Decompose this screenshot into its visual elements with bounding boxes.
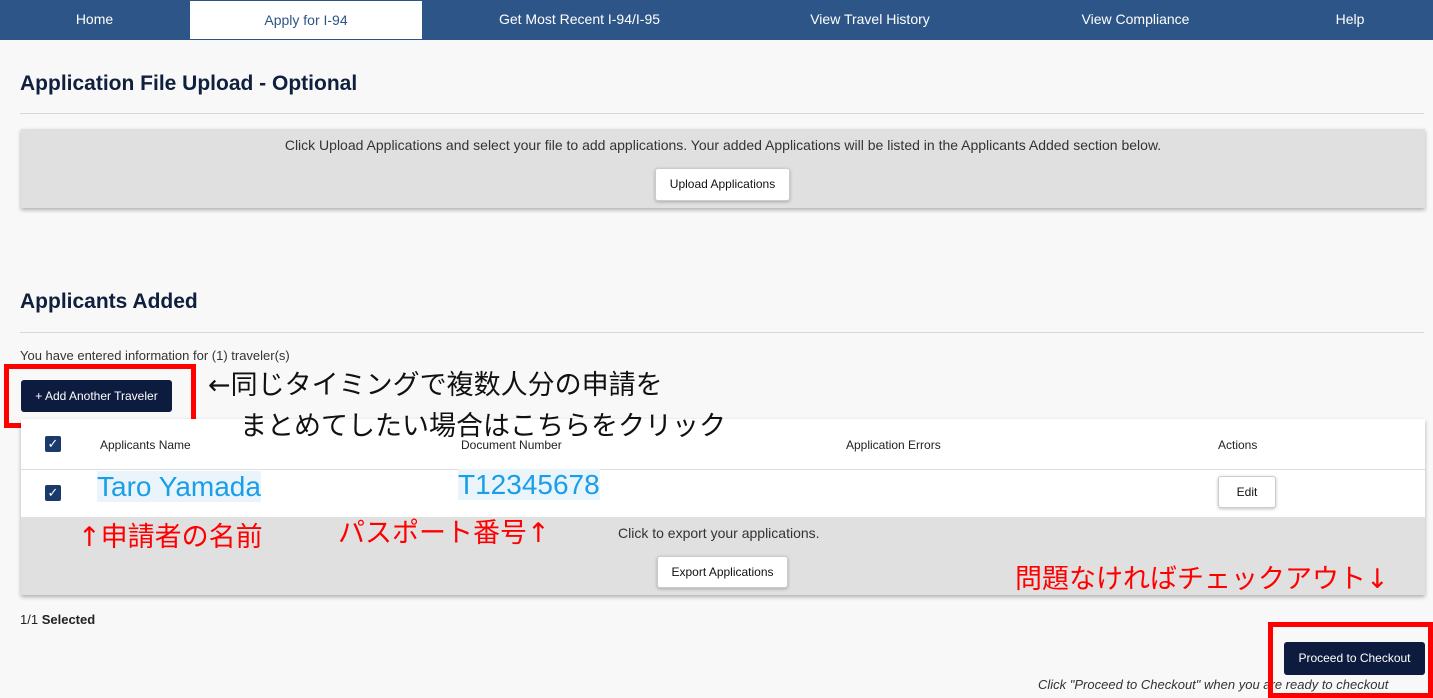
selected-count: 1/1 Selected — [20, 612, 95, 627]
col-actions: Actions — [1218, 438, 1258, 452]
col-application-errors: Application Errors — [846, 438, 941, 452]
nav-home[interactable]: Home — [0, 0, 189, 40]
edit-button[interactable]: Edit — [1218, 476, 1276, 508]
divider — [20, 332, 1424, 333]
header-divider — [21, 469, 1425, 470]
upload-applications-button[interactable]: Upload Applications — [655, 168, 790, 201]
document-number-cell: T12345678 — [458, 469, 600, 501]
col-applicant-name: Applicants Name — [100, 438, 191, 452]
row-checkbox[interactable]: ✓ — [45, 485, 61, 501]
upload-panel: Click Upload Applications and select you… — [21, 129, 1425, 208]
proceed-to-checkout-button[interactable]: Proceed to Checkout — [1284, 642, 1425, 675]
applicant-name: Taro Yamada — [97, 471, 261, 502]
selected-label: Selected — [41, 612, 96, 627]
nav-most-recent[interactable]: Get Most Recent I-94/I-95 — [423, 0, 736, 40]
applicants-section-title: Applicants Added — [20, 290, 198, 313]
nav-help[interactable]: Help — [1267, 0, 1433, 40]
divider — [20, 113, 1424, 114]
export-instructions: Click to export your applications. — [618, 525, 820, 541]
upload-instructions: Click Upload Applications and select you… — [284, 137, 1162, 153]
export-applications-button[interactable]: Export Applications — [657, 556, 788, 588]
annotation-add-line1: ←同じタイミングで複数人分の申請を — [208, 370, 663, 401]
nav-apply-i94[interactable]: Apply for I-94 — [189, 0, 423, 40]
applicant-name-cell: Taro Yamada — [97, 471, 261, 503]
add-traveler-button[interactable]: + Add Another Traveler — [21, 380, 172, 412]
top-nav: Home Apply for I-94 Get Most Recent I-94… — [0, 0, 1433, 40]
annotation-passport-note: パスポート番号↑ — [338, 518, 550, 549]
selected-fraction: 1/1 — [20, 612, 39, 627]
annotation-add-line2: まとめてしたい場合はこちらをクリック — [240, 411, 726, 442]
select-all-checkbox[interactable]: ✓ — [45, 436, 61, 452]
annotation-checkout-note: 問題なければチェックアウト↓ — [1015, 564, 1389, 595]
annotation-name-note: ↑申請者の名前 — [78, 522, 263, 553]
document-number: T12345678 — [458, 469, 600, 500]
upload-section-title: Application File Upload - Optional — [20, 72, 358, 95]
nav-compliance[interactable]: View Compliance — [1004, 0, 1267, 40]
entered-info-text: You have entered information for (1) tra… — [20, 348, 290, 363]
nav-travel-history[interactable]: View Travel History — [736, 0, 1004, 40]
